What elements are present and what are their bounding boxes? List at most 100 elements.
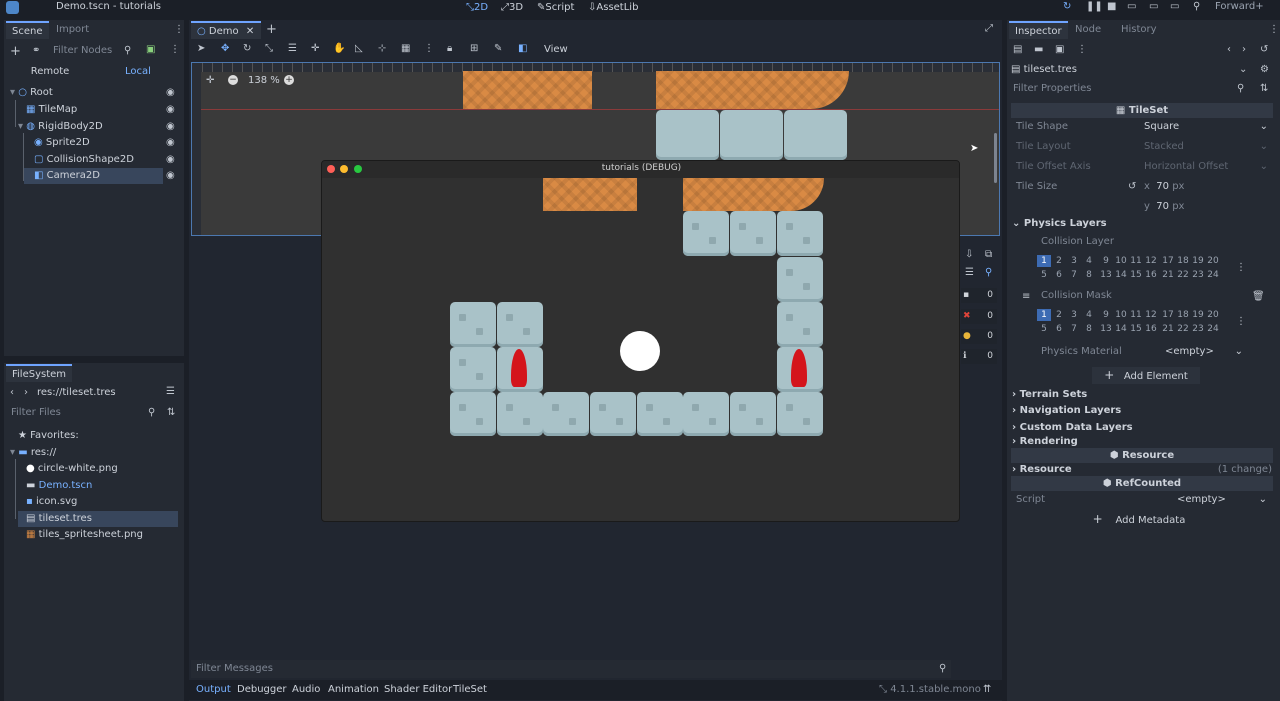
layer-bit[interactable]: 19 [1191, 255, 1205, 267]
search-icon[interactable]: ⚲ [985, 267, 992, 278]
layer-bit[interactable]: 9 [1099, 309, 1113, 321]
info-count[interactable]: ℹ0 [961, 349, 997, 364]
tree-node-tilemap[interactable]: ▦ TileMap [26, 102, 180, 118]
layer-bit[interactable]: 8 [1082, 269, 1096, 281]
layer-bit[interactable]: 22 [1176, 323, 1190, 335]
copy-icon[interactable]: ⧉ [985, 249, 992, 260]
play-custom-icon[interactable]: ▭ [1149, 1, 1158, 12]
distraction-free-icon[interactable]: ⤢ [985, 23, 993, 34]
tab-output[interactable]: Output [196, 680, 231, 700]
tile-size-y-field[interactable]: y 70 px [1144, 199, 1270, 214]
pivot-tool-icon[interactable]: ✛ [311, 43, 319, 54]
layer-bit[interactable]: 13 [1099, 323, 1113, 335]
tab-shader-editor[interactable]: Shader Editor [384, 680, 452, 700]
open-folder-icon[interactable]: ▬ [1034, 44, 1043, 55]
renderer-select[interactable]: Forward+ [1215, 1, 1264, 12]
favorites-item[interactable]: ★ Favorites: [18, 428, 79, 444]
property-tools-icon[interactable]: ⇅ [1260, 83, 1268, 94]
file-demo-tscn[interactable]: ▬ Demo.tscn [26, 478, 92, 494]
layer-bit[interactable]: 15 [1129, 323, 1143, 335]
layer-bit[interactable]: 5 [1037, 269, 1051, 281]
layer-bit[interactable]: 14 [1114, 269, 1128, 281]
layer-bit[interactable]: 20 [1206, 255, 1220, 267]
forward-icon[interactable]: › [24, 387, 28, 398]
local-button[interactable]: Local [96, 64, 180, 80]
collision-mask-grid[interactable]: 1 2 3 4 9 10 11 12 17 18 19 20 5 6 7 8 13 14 15 16 21 22 23 24 [1037, 309, 1235, 337]
layer-bit[interactable]: 6 [1052, 269, 1066, 281]
tab-scene[interactable]: Scene [6, 21, 49, 39]
new-resource-icon[interactable]: ▤ [1013, 44, 1022, 55]
select-tool-icon[interactable]: ➤ [197, 43, 205, 54]
navigation-layers-section[interactable]: › Navigation Layers [1012, 405, 1121, 416]
layer-bit[interactable]: 4 [1082, 309, 1096, 321]
layer-bit[interactable]: 21 [1161, 323, 1175, 335]
object-properties-icon[interactable]: ⚙ [1260, 64, 1269, 75]
resource-path[interactable]: ▤ tileset.tres [1011, 62, 1259, 78]
filter-properties-input[interactable]: Filter Properties [1011, 81, 1254, 97]
scale-tool-icon[interactable]: ⤡ [265, 43, 273, 54]
visibility-eye-icon[interactable]: ◉ [166, 121, 175, 132]
new-tab-icon[interactable]: + [266, 22, 277, 37]
workspace-2d-button[interactable]: ⤡2D [466, 0, 488, 15]
scene-menu-icon[interactable]: ⋮ [170, 44, 180, 55]
tab-animation[interactable]: Animation [328, 680, 379, 700]
tile-shape-select[interactable]: Square ⌄ [1144, 119, 1270, 134]
layer-bit[interactable]: 22 [1176, 269, 1190, 281]
tree-node-collisionshape2d[interactable]: ▢ CollisionShape2D [34, 152, 180, 168]
layer-bit[interactable]: 11 [1129, 309, 1143, 321]
mask-menu-icon[interactable]: ⋮ [1236, 316, 1246, 327]
layer-bit[interactable]: 12 [1144, 255, 1158, 267]
grid-snap-icon[interactable]: ▦ [401, 43, 410, 54]
layer-bit[interactable]: 10 [1114, 309, 1128, 321]
layer-bit[interactable]: 18 [1176, 309, 1190, 321]
tile-layout-select[interactable]: Stacked ⌄ [1144, 139, 1270, 154]
sort-icon[interactable]: ⇅ [167, 407, 175, 418]
terrain-sets-section[interactable]: › Terrain Sets [1012, 389, 1087, 400]
layer-bit[interactable]: 3 [1067, 255, 1081, 267]
layer-bit[interactable]: 16 [1144, 269, 1158, 281]
layer-bit[interactable]: 5 [1037, 323, 1051, 335]
tab-node[interactable]: Node [1069, 21, 1107, 39]
object-history-icon[interactable]: ↺ [1260, 44, 1268, 55]
visibility-eye-icon[interactable]: ◉ [166, 104, 175, 115]
history-forward-icon[interactable]: › [1242, 44, 1246, 55]
layer-bit[interactable]: 23 [1191, 323, 1205, 335]
snap-menu-icon[interactable]: ⋮ [424, 43, 434, 54]
game-window[interactable]: tutorials (DEBUG) [321, 160, 960, 522]
dock-menu-icon[interactable]: ⋮ [1269, 24, 1279, 35]
file-circle-white[interactable]: ● circle-white.png [26, 461, 118, 477]
layer-bit[interactable]: 12 [1144, 309, 1158, 321]
layer-bit[interactable]: 24 [1206, 323, 1220, 335]
save-icon[interactable]: ▣ [1055, 44, 1064, 55]
view-menu[interactable]: View [544, 44, 568, 55]
layer-bit[interactable]: 7 [1067, 269, 1081, 281]
physics-material-select[interactable]: <empty> ⌄ [1165, 344, 1245, 359]
layer-bit[interactable]: 11 [1129, 255, 1143, 267]
visibility-eye-icon[interactable]: ◉ [166, 170, 175, 181]
layer-bit[interactable]: 1 [1037, 255, 1051, 267]
visibility-eye-icon[interactable]: ◉ [166, 87, 175, 98]
message-count[interactable]: ▪ 0 [961, 288, 997, 303]
expand-panel-icon[interactable]: ⇈ [983, 680, 991, 700]
play-scene-icon[interactable]: ▭ [1127, 1, 1136, 12]
instance-scene-icon[interactable]: ▣ [146, 44, 155, 55]
physics-layers-section[interactable]: ⌄ Physics Layers [1012, 218, 1107, 229]
error-count[interactable]: ✖ 0 [961, 309, 997, 324]
layer-bit[interactable]: 13 [1099, 269, 1113, 281]
close-icon[interactable]: ✕ [246, 26, 254, 37]
file-tileset-tres[interactable]: ▤ tileset.tres [18, 511, 178, 527]
layer-bit[interactable]: 2 [1052, 309, 1066, 321]
dock-menu-icon[interactable]: ⋮ [174, 24, 184, 35]
visibility-eye-icon[interactable]: ◉ [166, 137, 175, 148]
tab-history[interactable]: History [1115, 21, 1163, 39]
layer-bit[interactable]: 16 [1144, 323, 1158, 335]
group-icon[interactable]: ⊞ [470, 43, 478, 54]
layer-bit[interactable]: 18 [1176, 255, 1190, 267]
trash-icon[interactable]: 🗑︎ [1252, 291, 1265, 302]
center-view-icon[interactable]: ✛ [206, 75, 214, 86]
remote-button[interactable]: Remote [8, 64, 92, 80]
tile-offset-axis-select[interactable]: Horizontal Offset ⌄ [1144, 159, 1270, 174]
collision-layer-grid[interactable]: 1 2 3 4 9 10 11 12 17 18 19 20 5 6 7 8 13 14 15 16 21 22 23 24 [1037, 255, 1235, 283]
layer-bit[interactable]: 20 [1206, 309, 1220, 321]
script-select[interactable]: <empty> ⌄ [1177, 492, 1269, 507]
